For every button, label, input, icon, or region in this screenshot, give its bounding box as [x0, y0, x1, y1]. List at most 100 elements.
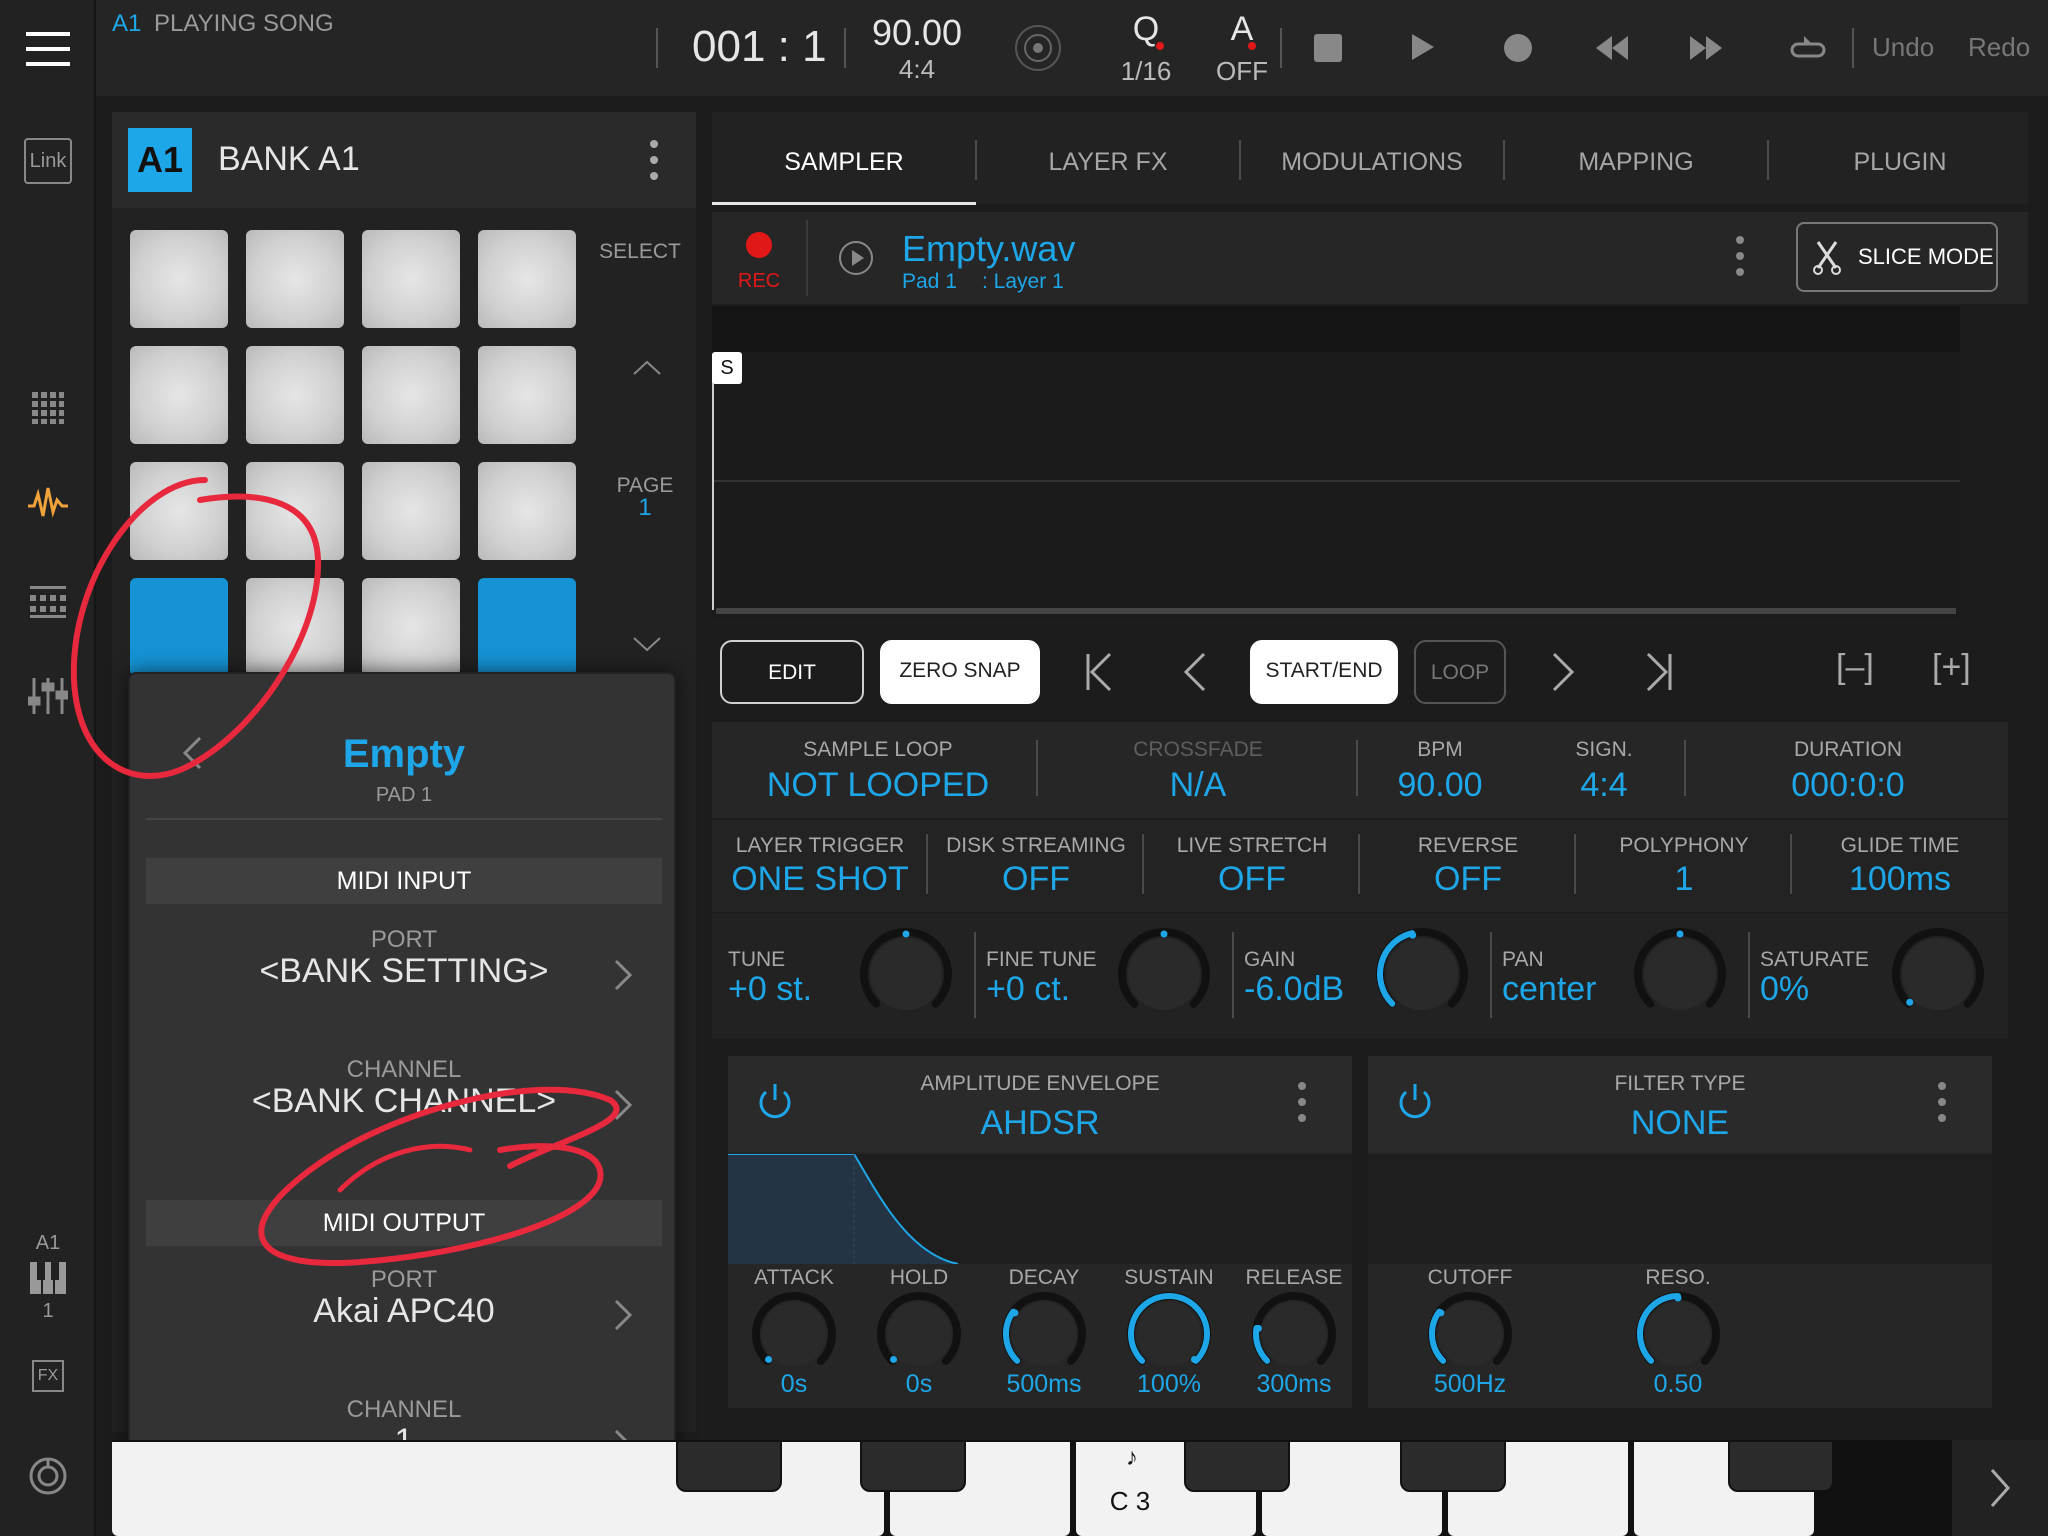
- black-key[interactable]: [1184, 1440, 1290, 1492]
- param-value[interactable]: OFF: [1144, 860, 1360, 899]
- slice-mode-button[interactable]: SLICE MODE: [1796, 222, 1998, 292]
- tab-modulations[interactable]: MODULATIONS: [1240, 120, 1504, 204]
- next-icon[interactable]: [1552, 652, 1576, 692]
- prev-icon[interactable]: [1182, 652, 1206, 692]
- zoom-out-button[interactable]: [–]: [1836, 648, 1874, 687]
- input-port-chevron-icon[interactable]: [612, 958, 634, 992]
- pad[interactable]: [130, 230, 228, 328]
- loop-button[interactable]: LOOP: [1414, 640, 1506, 704]
- keyboard-icon[interactable]: [30, 1262, 66, 1294]
- pad[interactable]: [246, 578, 344, 676]
- param-value[interactable]: 90.00: [1360, 766, 1520, 805]
- param-value[interactable]: OFF: [928, 860, 1144, 899]
- knob[interactable]: [1116, 926, 1212, 1022]
- zero-snap-button[interactable]: ZERO SNAP: [880, 640, 1040, 704]
- env-knob[interactable]: [1000, 1290, 1088, 1378]
- waveform-display[interactable]: [712, 306, 1960, 620]
- param-value[interactable]: N/A: [1040, 766, 1356, 805]
- param-value[interactable]: 1: [1576, 860, 1792, 899]
- settings-knob-icon[interactable]: [28, 1456, 68, 1496]
- play-icon[interactable]: [1410, 32, 1436, 62]
- knob-value[interactable]: +0 st.: [728, 970, 812, 1009]
- param-value[interactable]: ONE SHOT: [712, 860, 928, 899]
- env-knob[interactable]: [1125, 1290, 1213, 1378]
- page-up-icon[interactable]: [632, 360, 662, 376]
- output-port-chevron-icon[interactable]: [612, 1298, 634, 1332]
- env-knob[interactable]: [750, 1290, 838, 1378]
- preview-play-icon[interactable]: [838, 240, 874, 276]
- song-position[interactable]: 001 : 1: [692, 22, 827, 72]
- param-value[interactable]: NOT LOOPED: [720, 766, 1036, 805]
- filter-type[interactable]: NONE: [1368, 1104, 1992, 1143]
- start-marker[interactable]: S: [712, 352, 742, 384]
- pad[interactable]: [246, 462, 344, 560]
- black-key[interactable]: [1728, 1440, 1834, 1492]
- mixer-icon[interactable]: [28, 676, 68, 716]
- tab-sampler[interactable]: SAMPLER: [712, 120, 976, 204]
- automation-label[interactable]: A: [1212, 10, 1272, 49]
- knob[interactable]: [1890, 926, 1986, 1022]
- fx-button[interactable]: FX: [32, 1360, 64, 1392]
- tab-plugin[interactable]: PLUGIN: [1768, 120, 2032, 204]
- pad[interactable]: [130, 462, 228, 560]
- param-value[interactable]: 100ms: [1792, 860, 2008, 899]
- loop-icon[interactable]: [1790, 32, 1826, 64]
- keyboard-scroll-right-icon[interactable]: [1952, 1440, 2048, 1536]
- envelope-graph[interactable]: [728, 1154, 1352, 1264]
- param-value[interactable]: 4:4: [1524, 766, 1684, 805]
- filter-knob[interactable]: [1426, 1290, 1514, 1378]
- sequencer-icon[interactable]: [30, 586, 66, 618]
- tab-layer-fx[interactable]: LAYER FX: [976, 120, 1240, 204]
- param-value[interactable]: 000:0:0: [1688, 766, 2008, 805]
- pads-grid-icon[interactable]: [32, 392, 64, 424]
- pad[interactable]: [362, 230, 460, 328]
- pad[interactable]: [478, 230, 576, 328]
- pad[interactable]: [362, 578, 460, 676]
- filter-menu-icon[interactable]: [1938, 1082, 1946, 1122]
- filter-knob[interactable]: [1634, 1290, 1722, 1378]
- go-end-icon[interactable]: [1644, 652, 1674, 692]
- link-button[interactable]: Link: [24, 138, 72, 184]
- amp-menu-icon[interactable]: [1298, 1082, 1306, 1122]
- pad[interactable]: [362, 462, 460, 560]
- undo-button[interactable]: Undo: [1872, 32, 1934, 63]
- knob[interactable]: [858, 926, 954, 1022]
- pad[interactable]: [130, 578, 228, 676]
- pad[interactable]: [478, 346, 576, 444]
- menu-icon[interactable]: [26, 30, 70, 66]
- black-key[interactable]: [860, 1440, 966, 1492]
- knob[interactable]: [1632, 926, 1728, 1022]
- param-value[interactable]: OFF: [1360, 860, 1576, 899]
- sample-menu-icon[interactable]: [1736, 236, 1744, 276]
- waveform-icon[interactable]: [28, 484, 68, 520]
- black-key[interactable]: [1400, 1440, 1506, 1492]
- pad[interactable]: [362, 346, 460, 444]
- tab-mapping[interactable]: MAPPING: [1504, 120, 1768, 204]
- knob-value[interactable]: center: [1502, 970, 1597, 1009]
- sample-file-name[interactable]: Empty.wav: [902, 228, 1075, 270]
- output-port-value[interactable]: Akai APC40: [130, 1292, 678, 1331]
- input-port-value[interactable]: <BANK SETTING>: [130, 952, 678, 991]
- quantize-value[interactable]: 1/16: [1106, 56, 1186, 87]
- pad[interactable]: [246, 230, 344, 328]
- rec-label[interactable]: REC: [728, 270, 790, 293]
- record-icon[interactable]: [1504, 34, 1532, 62]
- tempo[interactable]: 90.00: [862, 12, 972, 54]
- white-key[interactable]: [112, 1442, 692, 1536]
- knob-value[interactable]: +0 ct.: [986, 970, 1070, 1009]
- go-start-icon[interactable]: [1084, 652, 1114, 692]
- rewind-icon[interactable]: [1594, 34, 1630, 62]
- stop-icon[interactable]: [1314, 34, 1342, 62]
- metronome-icon[interactable]: [1014, 24, 1062, 72]
- knob-value[interactable]: -6.0dB: [1244, 970, 1344, 1009]
- env-knob[interactable]: [875, 1290, 963, 1378]
- rec-dot[interactable]: [746, 232, 772, 258]
- pad[interactable]: [130, 346, 228, 444]
- automation-value[interactable]: OFF: [1202, 56, 1282, 87]
- bank-menu-icon[interactable]: [650, 140, 658, 180]
- amp-envelope-type[interactable]: AHDSR: [728, 1104, 1352, 1143]
- knob-value[interactable]: 0%: [1760, 970, 1809, 1009]
- fast-forward-icon[interactable]: [1688, 34, 1724, 62]
- select-button[interactable]: SELECT: [592, 240, 688, 264]
- input-channel-value[interactable]: <BANK CHANNEL>: [130, 1082, 678, 1121]
